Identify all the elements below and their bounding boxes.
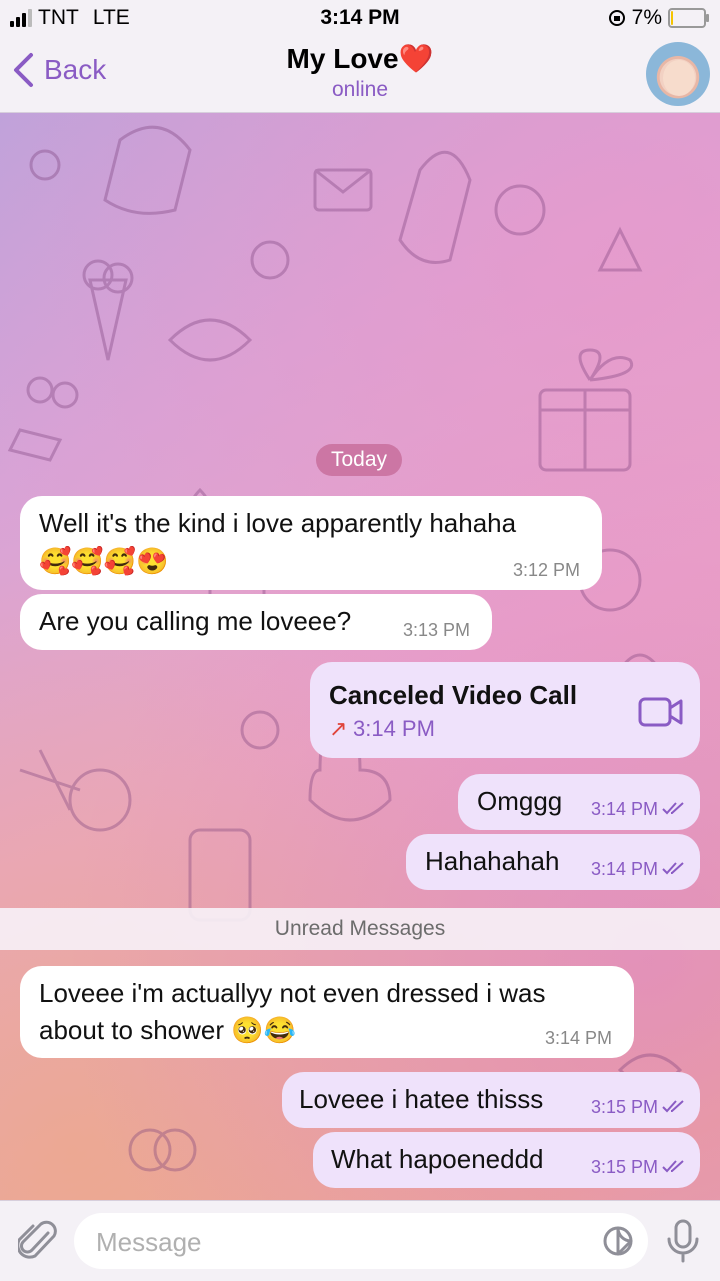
message-text-line2: about to shower 🥺😂 — [39, 1015, 296, 1045]
message-text: What hapoeneddd — [331, 1144, 544, 1174]
call-message[interactable]: Canceled Video Call ↗ 3:14 PM — [310, 662, 700, 758]
double-check-icon — [662, 802, 684, 815]
call-time: 3:14 PM — [353, 716, 435, 741]
message-input[interactable]: Message — [74, 1213, 648, 1269]
message-incoming[interactable]: Are you calling me loveee? 3:13 PM — [20, 594, 492, 650]
message-text: Omggg — [477, 786, 563, 816]
message-input-bar: Message — [0, 1200, 720, 1281]
online-status: online — [331, 78, 389, 101]
call-title: Canceled Video Call — [329, 680, 578, 710]
microphone-icon[interactable] — [664, 1219, 702, 1263]
double-check-icon — [662, 862, 684, 875]
message-emoji: 🥰🥰🥰😍 — [39, 546, 169, 576]
message-text: Loveee i hatee thisss — [299, 1084, 544, 1114]
call-direction-icon: ↗ — [329, 716, 348, 741]
message-text: Hahahahah — [425, 846, 560, 876]
message-time: 3:15 PM — [591, 1097, 686, 1118]
sticker-icon[interactable] — [602, 1225, 634, 1257]
battery-percent: 7% — [631, 6, 662, 29]
message-outgoing[interactable]: Loveee i hatee thisss 3:15 PM — [282, 1072, 700, 1128]
message-time: 3:12 PM — [512, 560, 580, 580]
battery-icon — [668, 8, 709, 28]
battery-info: 7% — [608, 6, 709, 30]
message-time: 3:14 PM — [591, 799, 686, 820]
message-outgoing[interactable]: What hapoeneddd 3:15 PM — [313, 1132, 700, 1188]
message-time: 3:13 PM — [402, 620, 470, 640]
message-incoming[interactable]: Well it's the kind i love apparently hah… — [20, 496, 602, 590]
message-outgoing[interactable]: Omggg 3:14 PM — [458, 774, 700, 830]
message-text: Well it's the kind i love apparently hah… — [39, 508, 517, 538]
message-placeholder: Message — [96, 1227, 202, 1257]
message-time: 3:14 PM — [591, 859, 686, 880]
message-time: 3:15 PM — [591, 1157, 686, 1178]
message-text: Are you calling me loveee? — [39, 606, 352, 636]
message-outgoing[interactable]: Hahahahah 3:14 PM — [406, 834, 700, 890]
message-text: Loveee i'm actuallyy not even dressed i … — [39, 978, 546, 1008]
status-bar: TNT LTE 3:14 PM 7% — [0, 0, 720, 36]
message-time: 3:14 PM — [544, 1028, 612, 1048]
paperclip-icon[interactable] — [18, 1219, 58, 1263]
video-camera-icon[interactable] — [638, 696, 684, 728]
double-check-icon — [662, 1100, 684, 1113]
chat-header: Back My Love❤️ online — [0, 36, 720, 113]
unread-messages-divider: Unread Messages — [0, 908, 720, 950]
chat-title[interactable]: My Love❤️ — [0, 42, 720, 75]
double-check-icon — [662, 1160, 684, 1173]
date-separator: Today — [316, 444, 402, 476]
contact-avatar[interactable] — [646, 42, 710, 106]
message-incoming[interactable]: Loveee i'm actuallyy not even dressed i … — [20, 966, 634, 1058]
orientation-lock-icon — [608, 10, 625, 26]
